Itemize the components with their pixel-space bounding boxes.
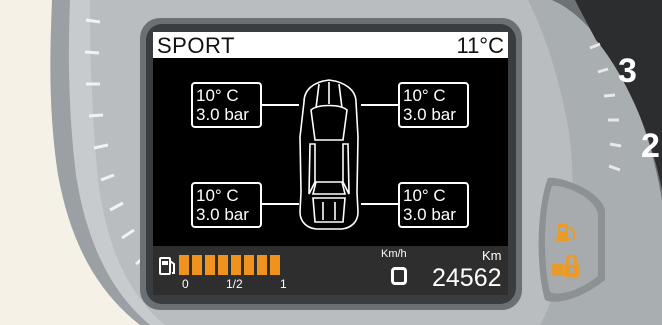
- fuel-segment: [205, 255, 215, 275]
- fuel-segment: [192, 255, 202, 275]
- tire-temp: 10° C: [403, 186, 446, 205]
- fuel-segment: [231, 255, 241, 275]
- tire-rear-right: 10° C 3.0 bar: [398, 182, 469, 228]
- fuel-scale-half: 1/2: [226, 277, 243, 291]
- tach-number-2: 2: [641, 127, 660, 165]
- odometer-value: 24562: [432, 264, 502, 292]
- fuel-scale-empty: 0: [182, 277, 189, 291]
- status-bar: 0 1/2 1 Km/h Km 24562: [153, 246, 508, 295]
- tire-rear-left: 10° C 3.0 bar: [191, 182, 262, 228]
- tire-pressure: 3.0 bar: [196, 205, 249, 224]
- tire-temp: 10° C: [196, 186, 239, 205]
- fuel-segment: [270, 255, 280, 275]
- fuel-pump-icon: [159, 257, 175, 275]
- fuel-segment: [244, 255, 254, 275]
- fuel-scale-full: 1: [280, 277, 287, 291]
- tach-number-3: 3: [618, 52, 637, 90]
- tire-temp: 10° C: [403, 86, 446, 105]
- car-top-view-icon: [299, 79, 359, 230]
- tire-front-left: 10° C 3.0 bar: [191, 82, 262, 128]
- speed-unit: Km/h: [381, 248, 407, 260]
- fuel-segment: [218, 255, 228, 275]
- tire-pressure: 3.0 bar: [403, 205, 456, 224]
- tire-temp: 10° C: [196, 86, 239, 105]
- fuel-segment: [257, 255, 267, 275]
- speed-value: [391, 267, 407, 285]
- odometer-unit: Km: [482, 248, 502, 263]
- fuel-segment: [179, 255, 189, 275]
- tire-pressure: 3.0 bar: [403, 105, 456, 124]
- tire-pressure: 3.0 bar: [196, 105, 249, 124]
- tire-front-right: 10° C 3.0 bar: [398, 82, 469, 128]
- info-display: SPORT 11°C 10° C 3.0 bar 10° C 3.0 bar 1…: [153, 32, 508, 295]
